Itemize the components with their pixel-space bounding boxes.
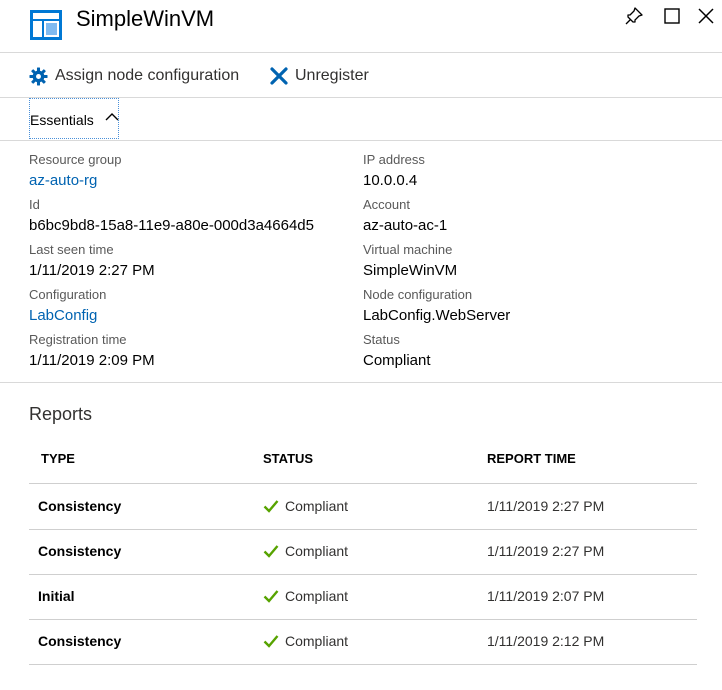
reports-heading: Reports <box>29 404 93 424</box>
row-status: Compliant <box>263 633 348 649</box>
row-status: Compliant <box>263 543 348 559</box>
row-status-label: Compliant <box>285 588 349 604</box>
assign-node-configuration-label: Assign node configuration <box>55 67 240 84</box>
configuration-field: Configuration LabConfig <box>29 287 106 326</box>
resource-group-link[interactable]: az-auto-rg <box>29 171 122 191</box>
chevron-up-icon <box>105 113 119 121</box>
resource-group-key: Resource group <box>29 152 122 167</box>
row-status-label: Compliant <box>285 633 349 649</box>
table-row[interactable]: Consistency Compliant 1/11/2019 2:27 PM <box>29 529 697 575</box>
essentials-divider <box>0 140 722 141</box>
section-divider <box>0 382 722 383</box>
last-seen-time-key: Last seen time <box>29 242 114 257</box>
id-value: b6bc9bd8-15a8-11e9-a80e-000d3a4664d5 <box>29 217 314 234</box>
row-status-label: Compliant <box>285 498 349 514</box>
row-status-label: Compliant <box>285 543 349 559</box>
virtual-machine-icon <box>30 10 62 40</box>
row-report-time: 1/11/2019 2:07 PM <box>487 588 605 604</box>
last-seen-time-value: 1/11/2019 2:27 PM <box>29 262 155 279</box>
registration-time-field: Registration time 1/11/2019 2:09 PM <box>29 332 155 371</box>
column-header-type[interactable]: TYPE <box>41 451 75 466</box>
account-field: Account az-auto-ac-1 <box>363 197 447 236</box>
ip-address-field: IP address 10.0.0.4 <box>363 152 425 191</box>
configuration-key: Configuration <box>29 287 107 302</box>
title-bar: SimpleWinVM <box>0 0 722 53</box>
row-report-time: 1/11/2019 2:27 PM <box>487 498 605 514</box>
checkmark-icon <box>263 590 279 603</box>
last-seen-time-field: Last seen time 1/11/2019 2:27 PM <box>29 242 155 281</box>
resource-group-field: Resource group az-auto-rg <box>29 152 122 191</box>
command-bar: Assign node configuration Unregister <box>0 53 722 98</box>
checkmark-icon <box>263 635 279 648</box>
checkmark-icon <box>263 500 279 513</box>
configuration-link[interactable]: LabConfig <box>29 306 106 326</box>
checkmark-icon <box>263 545 279 558</box>
gear-icon <box>29 66 48 86</box>
pin-icon[interactable] <box>624 6 644 26</box>
virtual-machine-key: Virtual machine <box>363 242 453 257</box>
table-row[interactable]: Consistency Compliant 1/11/2019 2:12 PM <box>29 619 697 665</box>
unregister-label: Unregister <box>295 67 369 84</box>
assign-node-configuration-button[interactable]: Assign node configuration <box>29 65 239 87</box>
column-header-status[interactable]: STATUS <box>263 451 313 466</box>
account-key: Account <box>363 197 410 212</box>
row-status: Compliant <box>263 588 348 604</box>
close-icon[interactable] <box>696 6 716 26</box>
status-field: Status Compliant <box>363 332 431 371</box>
ip-address-key: IP address <box>363 152 425 167</box>
id-field: Id b6bc9bd8-15a8-11e9-a80e-000d3a4664d5 <box>29 197 314 236</box>
row-report-time: 1/11/2019 2:27 PM <box>487 543 605 559</box>
account-value: az-auto-ac-1 <box>363 217 448 234</box>
status-key: Status <box>363 332 400 347</box>
maximize-icon[interactable] <box>662 6 682 26</box>
registration-time-key: Registration time <box>29 332 127 347</box>
x-icon <box>270 67 288 85</box>
unregister-button[interactable]: Unregister <box>270 65 369 87</box>
row-report-time: 1/11/2019 2:12 PM <box>487 633 605 649</box>
essentials-label: Essentials <box>30 112 94 128</box>
essentials-toggle[interactable]: Essentials <box>29 98 119 139</box>
id-key: Id <box>29 197 40 212</box>
virtual-machine-field: Virtual machine SimpleWinVM <box>363 242 457 281</box>
status-value: Compliant <box>363 352 431 369</box>
registration-time-value: 1/11/2019 2:09 PM <box>29 352 155 369</box>
row-type: Initial <box>38 588 75 604</box>
row-type: Consistency <box>38 543 122 559</box>
column-header-report-time[interactable]: REPORT TIME <box>487 451 576 466</box>
table-row[interactable]: Consistency Compliant 1/11/2019 2:27 PM <box>29 484 697 530</box>
node-configuration-value: LabConfig.WebServer <box>363 307 511 324</box>
virtual-machine-value: SimpleWinVM <box>363 262 458 279</box>
row-type: Consistency <box>38 633 122 649</box>
table-row[interactable]: Initial Compliant 1/11/2019 2:07 PM <box>29 574 697 620</box>
node-configuration-key: Node configuration <box>363 287 473 302</box>
row-status: Compliant <box>263 498 348 514</box>
page-title: SimpleWinVM <box>76 6 215 31</box>
node-details-blade: SimpleWinVM Assign node configuration Un… <box>0 0 722 690</box>
ip-address-value: 10.0.0.4 <box>363 172 418 189</box>
row-type: Consistency <box>38 498 122 514</box>
node-configuration-field: Node configuration LabConfig.WebServer <box>363 287 510 326</box>
